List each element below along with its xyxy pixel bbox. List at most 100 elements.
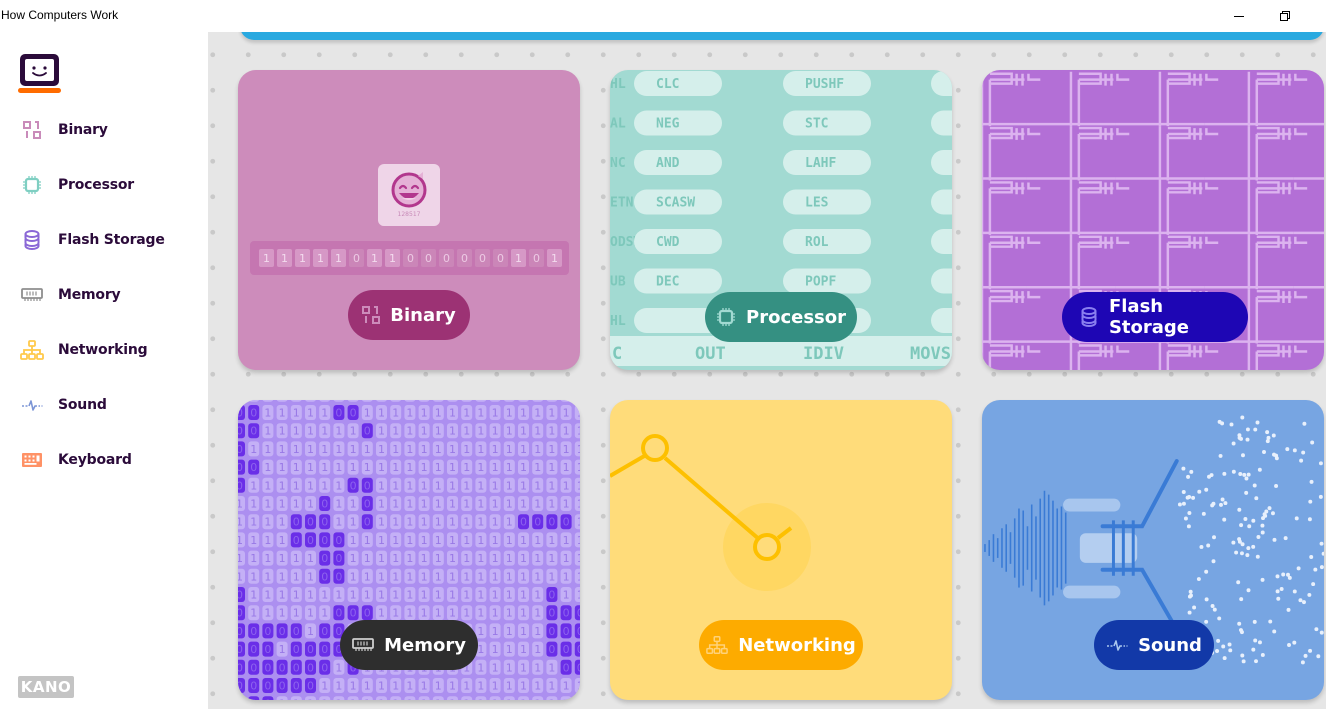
top-progress-bar [240, 32, 1324, 40]
networking-button[interactable]: Networking [699, 620, 863, 670]
bit-cell[interactable]: 0 [349, 249, 364, 267]
svg-text:1: 1 [449, 461, 456, 474]
memory-bit: 0 [333, 532, 345, 548]
svg-text:1: 1 [534, 661, 541, 674]
restore-button[interactable] [1262, 0, 1308, 32]
svg-text:1: 1 [238, 498, 243, 511]
bit-cell[interactable]: 0 [475, 249, 490, 267]
memory-bit: 1 [532, 568, 544, 584]
processor-button[interactable]: Processor [705, 292, 857, 342]
memory-bit: 1 [404, 532, 416, 548]
memory-bit: 0 [238, 441, 245, 457]
sound-particle [1301, 450, 1306, 455]
svg-text:0: 0 [238, 589, 243, 602]
svg-text:1: 1 [293, 498, 300, 511]
bit-cell[interactable]: 1 [313, 249, 328, 267]
bit-cell[interactable]: 0 [529, 249, 544, 267]
svg-text:1: 1 [279, 498, 286, 511]
bit-cell[interactable]: 0 [493, 249, 508, 267]
sidebar-item-networking[interactable]: Networking [0, 330, 208, 370]
memory-bit: 1 [447, 605, 458, 621]
sound-particle [1301, 600, 1306, 605]
binary-button[interactable]: Binary [348, 290, 470, 340]
flash-storage-button[interactable]: Flash Storage [1062, 292, 1248, 342]
card-sound[interactable]: Sound [982, 400, 1324, 700]
memory-bit: 1 [518, 641, 529, 657]
minimize-button[interactable] [1216, 0, 1262, 32]
memory-bit: 1 [546, 568, 558, 584]
svg-text:1: 1 [477, 498, 484, 511]
memory-bit: 1 [347, 532, 359, 548]
memory-bit: 1 [532, 696, 544, 700]
svg-text:1: 1 [492, 425, 499, 438]
bit-cell[interactable]: 1 [259, 249, 274, 267]
svg-text:1: 1 [392, 552, 399, 565]
bit-cell[interactable]: 1 [511, 249, 526, 267]
svg-text:1: 1 [335, 698, 342, 700]
svg-text:1: 1 [577, 552, 580, 565]
sidebar-item-binary[interactable]: Binary [0, 110, 208, 150]
bit-cell[interactable]: 0 [439, 249, 454, 267]
svg-text:1: 1 [406, 516, 413, 529]
kano-computer-logo[interactable] [18, 52, 61, 95]
card-binary[interactable]: 128517 11111011000000101 Binary [238, 70, 580, 370]
svg-text:1: 1 [364, 443, 371, 456]
memory-bit: 1 [518, 696, 529, 700]
sidebar-item-memory[interactable]: Memory [0, 275, 208, 315]
bit-cell[interactable]: 0 [457, 249, 472, 267]
svg-text:1: 1 [264, 534, 271, 547]
svg-text:1: 1 [335, 479, 342, 492]
sidebar-item-sound[interactable]: Sound [0, 385, 208, 425]
memory-bit: 1 [276, 550, 288, 566]
memory-bit: 1 [347, 496, 359, 511]
memory-bit: 1 [290, 696, 302, 700]
svg-text:1: 1 [477, 570, 484, 583]
memory-bit: 1 [238, 568, 245, 584]
binary-icon [20, 118, 44, 142]
bit-cell[interactable]: 1 [295, 249, 310, 267]
bit-cell[interactable]: 1 [277, 249, 292, 267]
memory-bit: 1 [503, 678, 515, 693]
instruction-label: C [612, 344, 622, 364]
memory-bit: 1 [518, 532, 529, 548]
svg-text:1: 1 [435, 479, 442, 492]
bit-cell[interactable]: 1 [331, 249, 346, 267]
card-memory[interactable]: 1111111111111111111111111001111100111111… [238, 400, 580, 700]
memory-bit: 1 [432, 423, 444, 439]
bit-cell[interactable]: 1 [385, 249, 400, 267]
svg-text:1: 1 [534, 534, 541, 547]
svg-text:1: 1 [548, 407, 555, 420]
sound-particle [1188, 589, 1193, 594]
instruction-pill: UB [610, 275, 626, 290]
sound-button[interactable]: Sound [1094, 620, 1214, 670]
svg-text:1: 1 [449, 516, 456, 529]
card-processor[interactable]: HL CLC PUSHF SHL AL NEG STC SHR NC AND LAHF XOR ETN S… [610, 70, 952, 370]
svg-text:1: 1 [534, 400, 541, 401]
bit-cell[interactable]: 1 [367, 249, 382, 267]
svg-text:0: 0 [364, 607, 371, 620]
memory-bit: 0 [305, 659, 316, 675]
instruction-pill: ETN [610, 196, 634, 211]
svg-text:POPF: POPF [805, 275, 836, 290]
memory-bit: 1 [376, 550, 387, 566]
svg-text:1: 1 [534, 589, 541, 602]
card-networking[interactable]: Networking [610, 400, 952, 700]
card-flash-storage[interactable]: Flash Storage [982, 70, 1324, 370]
svg-text:1: 1 [406, 400, 413, 401]
memory-bit: 1 [461, 441, 473, 457]
sound-particle [1192, 605, 1197, 610]
svg-text:1: 1 [506, 643, 513, 656]
memory-bit: 1 [347, 568, 359, 584]
sidebar-item-keyboard[interactable]: Keyboard [0, 440, 208, 480]
bit-cell[interactable]: 0 [403, 249, 418, 267]
svg-text:1: 1 [406, 461, 413, 474]
memory-bit: 1 [447, 568, 458, 584]
sidebar-item-processor[interactable]: Processor [0, 165, 208, 205]
bit-cell[interactable]: 0 [421, 249, 436, 267]
svg-text:1: 1 [279, 516, 286, 529]
memory-bit: 1 [532, 587, 544, 602]
memory-bit: 1 [262, 514, 274, 530]
memory-button[interactable]: Memory [340, 620, 478, 670]
bit-cell[interactable]: 1 [547, 249, 562, 267]
sidebar-item-flash-storage[interactable]: Flash Storage [0, 220, 208, 260]
